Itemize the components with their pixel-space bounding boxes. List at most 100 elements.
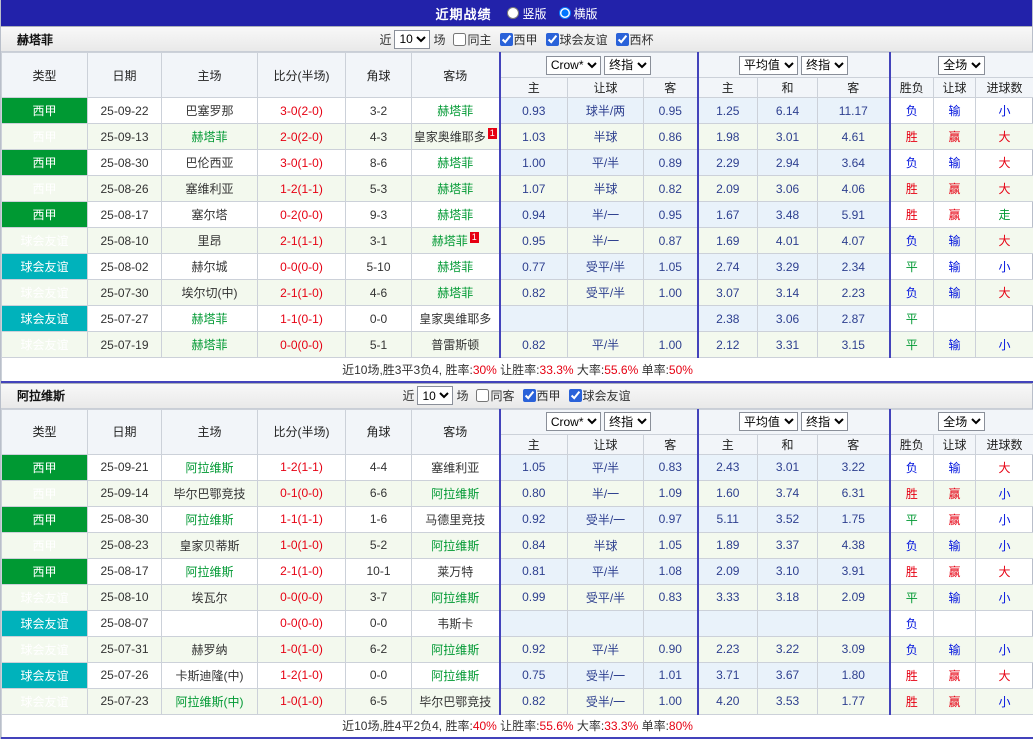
laliga-checkbox[interactable]	[500, 33, 513, 46]
friendly-checkbox[interactable]	[569, 389, 582, 402]
home-team[interactable]: 埃瓦尔	[162, 584, 258, 610]
summary-handicap-label: 让胜率:	[497, 363, 540, 377]
col-avg-draw: 和	[758, 434, 818, 454]
league-cell: 球会友谊	[2, 636, 88, 662]
same-away-checkbox[interactable]	[476, 389, 489, 402]
away-team[interactable]: 普雷斯顿	[412, 332, 500, 358]
copa-checkbox[interactable]	[616, 33, 629, 46]
result-winloss: 平	[890, 506, 934, 532]
home-team[interactable]: 塞维利亚	[162, 176, 258, 202]
layout-horizontal-option[interactable]: 横版	[559, 5, 598, 22]
league-cell: 西甲	[2, 558, 88, 584]
home-team[interactable]: 阿拉维斯	[162, 558, 258, 584]
home-team[interactable]: 皇家贝蒂斯	[162, 532, 258, 558]
handicap-away-odds: 0.90	[644, 636, 698, 662]
home-team[interactable]: 阿拉维斯(中)	[162, 688, 258, 714]
date-cell: 25-08-17	[88, 202, 162, 228]
away-team[interactable]: 毕尔巴鄂竞技	[412, 688, 500, 714]
col-score: 比分(半场)	[258, 409, 346, 454]
avg-away-odds: 1.75	[818, 506, 890, 532]
layout-vertical-option[interactable]: 竖版	[507, 5, 546, 22]
away-team[interactable]: 皇家奥维耶多1	[412, 124, 500, 150]
red-card-badge: 1	[488, 128, 497, 139]
scope-select[interactable]: 全场	[938, 412, 985, 431]
home-team[interactable]: 赫塔菲	[162, 306, 258, 332]
date-cell: 25-07-19	[88, 332, 162, 358]
home-team[interactable]: 赫尔城	[162, 254, 258, 280]
away-team[interactable]: 赫塔菲	[412, 254, 500, 280]
filter-laliga[interactable]: 西甲	[523, 387, 561, 404]
home-team[interactable]: 阿拉维斯	[162, 506, 258, 532]
result-goals: 小	[976, 688, 1033, 714]
home-team[interactable]: 卡斯迪隆(中)	[162, 662, 258, 688]
filter-same-away[interactable]: 同客	[476, 387, 514, 404]
home-team[interactable]: 巴塞罗那	[162, 98, 258, 124]
avg-time-select[interactable]: 终指	[801, 56, 848, 75]
red-card-badge: 1	[470, 232, 479, 243]
home-team[interactable]: 赫塔菲	[162, 124, 258, 150]
match-count-select[interactable]: 10	[417, 386, 453, 405]
match-count-select[interactable]: 10	[394, 30, 430, 49]
league-cell: 球会友谊	[2, 584, 88, 610]
home-team[interactable]: 赫罗纳	[162, 636, 258, 662]
same-home-checkbox[interactable]	[453, 33, 466, 46]
away-team[interactable]: 塞维利亚	[412, 454, 500, 480]
odds-source-select[interactable]: Crow*	[546, 412, 601, 431]
avg-source-select[interactable]: 平均值	[739, 56, 798, 75]
home-team[interactable]: 里昂	[162, 228, 258, 254]
handicap-home-odds: 0.92	[500, 506, 568, 532]
match-row: 西甲25-08-23皇家贝蒂斯1-0(1-0)5-2阿拉维斯0.84半球1.05…	[2, 532, 1033, 558]
odds-source-select[interactable]: Crow*	[546, 56, 601, 75]
result-goals: 大	[976, 280, 1033, 306]
away-team[interactable]: 赫塔菲	[412, 280, 500, 306]
filter-laliga[interactable]: 西甲	[500, 31, 538, 48]
away-team[interactable]: 皇家奥维耶多	[412, 306, 500, 332]
away-team[interactable]: 阿拉维斯	[412, 532, 500, 558]
filter-friendly[interactable]: 球会友谊	[569, 387, 631, 404]
away-team[interactable]: 阿拉维斯	[412, 636, 500, 662]
avg-source-select[interactable]: 平均值	[739, 412, 798, 431]
away-team[interactable]: 赫塔菲	[412, 98, 500, 124]
date-cell: 25-08-02	[88, 254, 162, 280]
odds-time-select[interactable]: 终指	[604, 412, 651, 431]
col-odds-line: 让球	[568, 434, 644, 454]
date-cell: 25-07-23	[88, 688, 162, 714]
away-team[interactable]: 马德里竞技	[412, 506, 500, 532]
result-winloss: 负	[890, 228, 934, 254]
score-cell: 2-1(1-0)	[258, 558, 346, 584]
home-team[interactable]: 塞尔塔	[162, 202, 258, 228]
home-team[interactable]: 巴伦西亚	[162, 150, 258, 176]
away-team[interactable]: 赫塔菲	[412, 150, 500, 176]
away-team[interactable]: 莱万特	[412, 558, 500, 584]
scope-select[interactable]: 全场	[938, 56, 985, 75]
home-team[interactable]: 埃尔切(中)	[162, 280, 258, 306]
handicap-home-odds: 1.07	[500, 176, 568, 202]
handicap-line: 半/一	[568, 228, 644, 254]
horizontal-radio[interactable]	[559, 7, 571, 19]
filter-copa[interactable]: 西杯	[616, 31, 654, 48]
games-label: 场	[433, 31, 445, 48]
home-team[interactable]: 毕尔巴鄂竞技	[162, 480, 258, 506]
laliga-checkbox[interactable]	[523, 389, 536, 402]
away-team[interactable]: 赫塔菲	[412, 176, 500, 202]
odds-time-select[interactable]: 终指	[604, 56, 651, 75]
avg-draw-odds: 3.01	[758, 454, 818, 480]
avg-draw-odds: 4.01	[758, 228, 818, 254]
home-team[interactable]: 阿拉维斯	[162, 454, 258, 480]
away-team[interactable]: 韦斯卡	[412, 610, 500, 636]
date-cell: 25-09-13	[88, 124, 162, 150]
avg-time-select[interactable]: 终指	[801, 412, 848, 431]
friendly-checkbox[interactable]	[546, 33, 559, 46]
away-team[interactable]: 阿拉维斯	[412, 584, 500, 610]
score-cell: 2-1(1-0)	[258, 280, 346, 306]
away-team[interactable]: 赫塔菲	[412, 202, 500, 228]
home-team[interactable]: 赫塔菲	[162, 332, 258, 358]
filter-friendly[interactable]: 球会友谊	[546, 31, 608, 48]
filter-same-home[interactable]: 同主	[453, 31, 491, 48]
away-team[interactable]: 阿拉维斯	[412, 662, 500, 688]
away-team[interactable]: 赫塔菲1	[412, 228, 500, 254]
avg-away-odds: 3.64	[818, 150, 890, 176]
away-team[interactable]: 阿拉维斯	[412, 480, 500, 506]
handicap-line: 半球	[568, 532, 644, 558]
vertical-radio[interactable]	[507, 7, 519, 19]
